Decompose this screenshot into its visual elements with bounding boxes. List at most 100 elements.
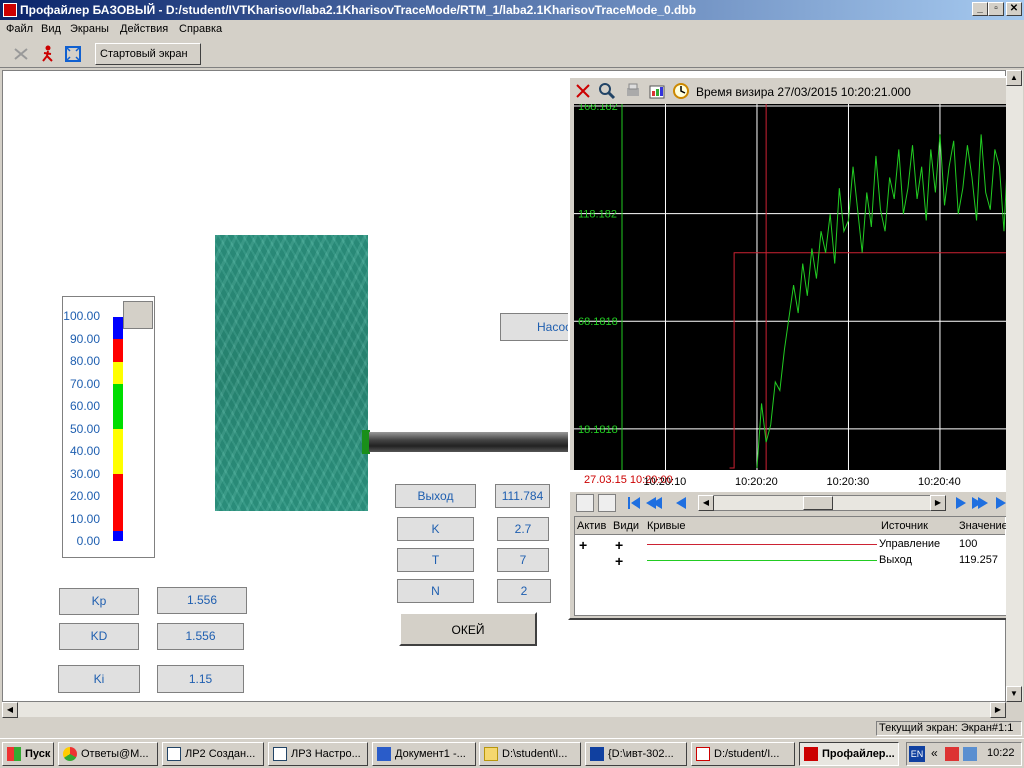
pump-button[interactable]: Насос	[500, 313, 571, 341]
delete-curve-icon[interactable]	[574, 82, 592, 100]
task-lr2[interactable]: ЛР2 Создан...	[162, 742, 264, 766]
scale-tick-label: 90.00	[69, 331, 100, 346]
task-lr3[interactable]: ЛР3 Настро...	[268, 742, 368, 766]
y-tick-label: 118.182	[578, 209, 617, 221]
task-label: D:\student\I...	[502, 748, 568, 760]
source-name: Управление	[879, 538, 941, 550]
scroll-thumb[interactable]	[803, 496, 833, 510]
y-tick-label: 68.1818	[578, 316, 618, 328]
start-screen-button[interactable]: Стартовый экран	[95, 43, 201, 65]
active-marker[interactable]: +	[579, 537, 587, 553]
kp-value-field[interactable]: 1.556	[157, 587, 247, 614]
folder-icon	[484, 747, 498, 761]
stop-icon[interactable]	[10, 43, 32, 65]
curve-swatch	[647, 560, 877, 561]
y-tick-label: 168.182	[578, 104, 618, 113]
col-source[interactable]: Источник	[881, 520, 928, 532]
k-value-field[interactable]: 2.7	[497, 517, 549, 541]
menu-view[interactable]: Вид	[41, 23, 61, 35]
network-icon[interactable]	[963, 747, 977, 761]
minimize-button[interactable]: _	[972, 2, 988, 16]
start-button[interactable]: Пуск	[2, 742, 54, 766]
taskbar: Пуск Ответы@M... ЛР2 Создан... ЛР3 Настр…	[0, 738, 1024, 768]
status-bar: Текущий экран: Экран#1:1	[0, 718, 1024, 738]
task-profiler-active[interactable]: Профайлер...	[799, 742, 899, 766]
maximize-button[interactable]: ▫	[988, 2, 1004, 16]
scale-tick-label: 40.00	[69, 444, 100, 458]
task-document1[interactable]: Документ1 -...	[372, 742, 476, 766]
nav-back-icons[interactable]	[628, 495, 698, 511]
trend-plot[interactable]: 168.182 118.182 68.1818 18.1818	[574, 101, 1024, 470]
system-tray: EN « 10:22	[906, 742, 1022, 766]
task-label: Документ1 -...	[395, 748, 466, 760]
horizontal-scrollbar[interactable]: ◀ ▶	[2, 702, 1006, 718]
kd-value-field[interactable]: 1.556	[157, 623, 244, 650]
scale-tick-label: 60.00	[69, 399, 100, 413]
fit-screen-icon[interactable]	[62, 43, 84, 65]
scale-tick-label: 10.00	[69, 511, 100, 526]
visible-marker[interactable]: +	[615, 553, 623, 569]
windows-logo-icon	[7, 747, 21, 761]
col-visible[interactable]: Види	[613, 520, 639, 532]
x-tick-label: 10:20:30	[826, 476, 869, 488]
trend-chart: 168.182 118.182 68.1818 18.1818	[574, 101, 1024, 470]
source-name: Выход	[879, 554, 912, 566]
col-value[interactable]: Значение	[959, 520, 1008, 532]
close-button[interactable]: ✕	[1006, 2, 1022, 16]
menu-file[interactable]: Файл	[6, 23, 33, 35]
current-screen-status: Текущий экран: Экран#1:1	[876, 721, 1022, 736]
scale-indicator	[123, 301, 153, 329]
legend-row-output[interactable]: + Выход 119.257	[575, 553, 1005, 569]
kd-label: KD	[59, 623, 139, 650]
sight-time: Время визира 27/03/2015 10:20:21.000	[696, 85, 911, 99]
visible-marker[interactable]: +	[615, 537, 623, 553]
chart-settings-icon[interactable]	[648, 82, 666, 100]
app-window-icon	[590, 747, 604, 761]
window-title: Профайлер БАЗОВЫЙ - D:/student/IVTKharis…	[20, 3, 697, 17]
scale-tick-label: 100.00	[63, 309, 100, 323]
menu-help[interactable]: Справка	[179, 23, 222, 35]
task-folder[interactable]: D:\student\I...	[479, 742, 581, 766]
source-value: 119.257	[959, 554, 998, 566]
security-alert-icon[interactable]	[945, 747, 959, 761]
x-tick-labels: 10:20:10 10:20:20 10:20:30 10:20:40	[643, 476, 961, 488]
output-value: 111.784	[495, 484, 550, 508]
water-tank	[215, 235, 368, 511]
task-ivt302[interactable]: {D:\ивт-302...	[585, 742, 687, 766]
ki-label: Ki	[58, 665, 140, 693]
scale-tick-label: 80.00	[69, 354, 100, 368]
col-active[interactable]: Актив	[577, 520, 606, 532]
time-axis: 27.03.15 10:20:00 10:20:10 10:20:20 10:20:…	[570, 470, 1006, 492]
clock-icon[interactable]	[672, 82, 690, 100]
task-label: ЛР3 Настро...	[291, 748, 361, 760]
menu-screens[interactable]: Экраны	[70, 23, 109, 35]
nav-forward-icons[interactable]	[952, 495, 1006, 511]
x-tick-label: 10:20:40	[918, 476, 961, 488]
print-icon[interactable]	[624, 82, 642, 100]
legend-header: Актив Види Кривые Источник Значение	[575, 517, 1008, 535]
series-line-control	[729, 252, 1024, 469]
ki-value-field[interactable]: 1.15	[157, 665, 244, 693]
time-scrollbar[interactable]: ◀ ▶	[698, 495, 946, 511]
zoom-icon[interactable]	[598, 82, 616, 100]
col-curves[interactable]: Кривые	[647, 520, 686, 532]
chrome-icon	[63, 747, 77, 761]
app-icon	[3, 3, 17, 17]
language-indicator[interactable]: EN	[909, 746, 925, 762]
t-value-field[interactable]: 7	[497, 548, 549, 572]
menu-actions[interactable]: Действия	[120, 23, 168, 35]
legend-row-control[interactable]: + + Управление 100	[575, 537, 1005, 553]
grid-icon[interactable]	[598, 494, 616, 512]
table-icon[interactable]	[576, 494, 594, 512]
task-editor[interactable]: D:/student/I...	[691, 742, 795, 766]
ok-button[interactable]: ОКЕЙ	[399, 612, 537, 646]
tray-expand-icon[interactable]: «	[931, 746, 938, 760]
n-value-field[interactable]: 2	[497, 579, 551, 603]
task-label: D:/student/I...	[714, 748, 780, 760]
task-answers[interactable]: Ответы@M...	[58, 742, 158, 766]
run-icon[interactable]	[37, 43, 59, 65]
vertical-scrollbar[interactable]: ▲ ▼	[1006, 70, 1023, 702]
editor-icon	[696, 747, 710, 761]
scale-tick-label: 20.00	[69, 489, 100, 503]
title-bar: Профайлер БАЗОВЫЙ - D:/student/IVTKharis…	[0, 0, 1024, 20]
